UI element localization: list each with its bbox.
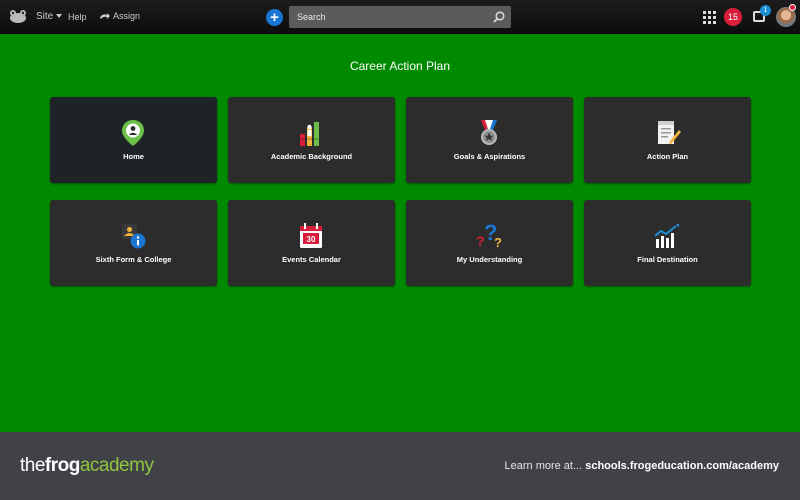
inbox-count-badge: 1: [760, 5, 771, 16]
top-bar: Site Help Assign + 15 1: [0, 0, 800, 34]
brand-the: the: [20, 455, 45, 476]
tile-my-understanding[interactable]: ? ? ? My Understanding: [406, 200, 573, 286]
tile-label: Goals & Aspirations: [453, 152, 526, 161]
search-input[interactable]: [289, 6, 511, 28]
tile-action-plan[interactable]: Action Plan: [584, 97, 751, 183]
document-pencil-icon: [658, 121, 681, 144]
tile-academic-background[interactable]: Academic Background: [228, 97, 395, 183]
info-icon: [122, 224, 146, 249]
tile-home[interactable]: Home: [50, 97, 217, 183]
tile-final-destination[interactable]: Final Destination: [584, 200, 751, 286]
brand-logo[interactable]: thefrogacademy: [20, 455, 154, 477]
trend-chart-icon: [654, 224, 679, 248]
assign-arrow-icon: [100, 13, 110, 20]
home-pin-icon: [122, 120, 144, 146]
calendar-icon: 30: [300, 223, 322, 248]
site-label: Site: [36, 11, 54, 22]
search-icon[interactable]: [493, 11, 505, 23]
tile-label: My Understanding: [456, 255, 523, 264]
brand-academy: academy: [79, 455, 154, 476]
tile-sixth-form-college[interactable]: Sixth Form & College: [50, 200, 217, 286]
frog-logo-icon[interactable]: [9, 10, 27, 23]
site-menu[interactable]: Site: [36, 11, 63, 22]
bar-chart-icon: [300, 122, 319, 146]
tile-events-calendar[interactable]: 30 Events Calendar: [228, 200, 395, 286]
apps-grid-icon[interactable]: [703, 11, 716, 24]
assign-link[interactable]: Assign: [99, 11, 140, 21]
brand-frog: frog: [44, 455, 80, 476]
learn-more-link[interactable]: schools.frogeducation.com/academy: [585, 460, 779, 472]
question-marks-icon: ? ? ?: [476, 221, 502, 250]
svg-text:?: ?: [494, 235, 502, 250]
tile-label: Events Calendar: [282, 255, 341, 264]
help-link[interactable]: Help: [68, 12, 87, 22]
avatar-status-dot: [789, 4, 796, 11]
learn-more: Learn more at... schools.frogeducation.c…: [505, 460, 780, 472]
learn-more-text: Learn more at...: [504, 460, 586, 472]
tile-label: Action Plan: [646, 152, 689, 161]
tile-label: Sixth Form & College: [95, 255, 172, 264]
tile-goals-aspirations[interactable]: Goals & Aspirations: [406, 97, 573, 183]
notifications-badge[interactable]: 15: [724, 8, 742, 26]
tile-label: Final Destination: [637, 255, 698, 264]
tile-label: Academic Background: [270, 152, 353, 161]
medal-icon: [481, 120, 497, 145]
add-plus-button[interactable]: +: [266, 9, 283, 26]
calendar-day: 30: [307, 235, 316, 244]
page-title: Career Action Plan: [349, 59, 451, 73]
assign-label: Assign: [113, 11, 141, 21]
tile-label: Home: [123, 152, 144, 161]
chevron-down-icon: [56, 14, 63, 19]
